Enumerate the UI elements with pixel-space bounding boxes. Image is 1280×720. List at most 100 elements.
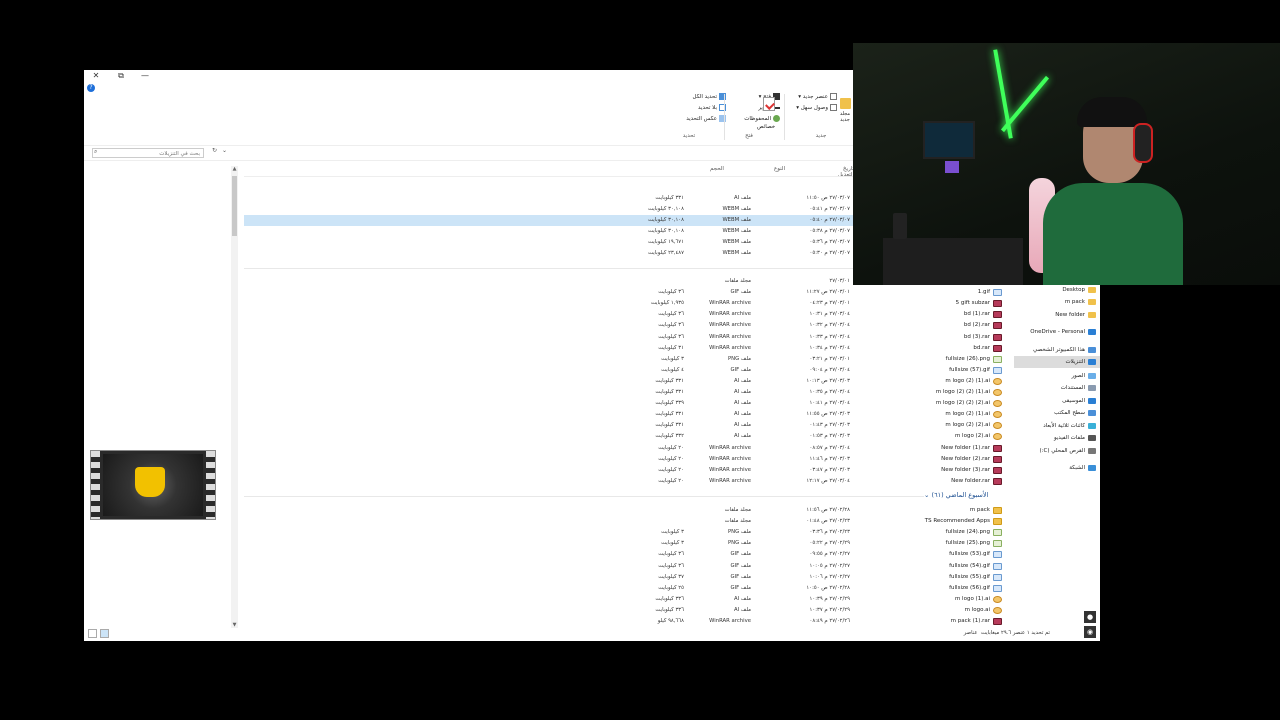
file-name-cell[interactable]: m logo (2) (2) (2).ai: [874, 398, 1004, 409]
properties-button[interactable]: خصائص: [757, 122, 775, 133]
group-header-last-week[interactable]: الأسبوع الماضي (٦١) ⌄: [924, 491, 988, 499]
file-name-cell[interactable]: fullsize (53).gif: [874, 549, 1004, 560]
file-name-cell[interactable]: New folder (1).rar: [874, 443, 1004, 454]
nav-item-folder[interactable]: m pack: [1065, 296, 1096, 308]
file-name-cell[interactable]: bd (2).rar: [874, 320, 1004, 331]
file-row[interactable]: ٢٧/٠٣/٠١ م ٠٣:٢١ ملف PNG ٣ كيلوبايت: [244, 354, 854, 365]
file-row[interactable]: ٢٧/٠٢/٢٧ م ٠٩:٥٥ ملف GIF ٣٦ كيلوبايت: [244, 549, 854, 560]
file-row[interactable]: ٢٧/٠٣/٠٤ م ٠٩:٠٤ ملف GIF ٤ كيلوبايت: [244, 365, 854, 376]
nav-item-objects3d[interactable]: كائنات ثلاثية الأبعاد: [1043, 420, 1096, 432]
file-name-cell[interactable]: bd.rar: [874, 343, 1004, 354]
select-none-button[interactable]: بلا تحديد: [666, 103, 726, 114]
file-row[interactable]: ٢٧/٠٣/٠٣ م ٠٣:٤٧ WinRAR archive ٢٠ كيلوباي…: [244, 465, 854, 476]
file-row[interactable]: ٢٧/٠٣/٠٧ م ٠٥:٣٠ ملف WEBM ٢٣,٤٨٧ كيلوبايت: [244, 248, 854, 259]
file-row[interactable]: ٢٧/٠٣/٠٧ م ٠٥:٣٦ ملف WEBM ١٩,٦٧١ كيلوبايت: [244, 237, 854, 248]
file-name-cell[interactable]: bd (1).rar: [874, 309, 1004, 320]
file-row[interactable]: ٢٧/٠٣/٠٤ م ١٠:٣٥ ملف AI ٣٣١ كيلوبايت: [244, 387, 854, 398]
file-name-cell[interactable]: fullsize (24).png: [874, 527, 1004, 538]
file-row[interactable]: ٢٧/٠٢/٢٩ م ١٠:٣٧ ملف AI ٣٣٦ كيلوبايت: [244, 605, 854, 616]
file-name-cell[interactable]: fullsize (56).gif: [874, 583, 1004, 594]
file-name-cell[interactable]: TS Recommended Apps: [874, 516, 1004, 527]
nav-item-folder[interactable]: New folder: [1055, 309, 1096, 321]
file-row[interactable]: ٢٧/٠٣/٠٣ م ٠١:٥٣ ملف AI ٣٣٢ كيلوبايت: [244, 431, 854, 442]
file-row[interactable]: ٢٧/٠٣/٠٣ ص ١٠:١٣ ملف AI ٣٣١ كيلوبايت: [244, 376, 854, 387]
file-name-cell[interactable]: fullsize (55).gif: [874, 572, 1004, 583]
file-row[interactable]: ٢٧/٠٣/٠٤ ص ١٢:١٧ WinRAR archive ٢٠ كيلوباي…: [244, 476, 854, 487]
details-view-icon[interactable]: [88, 629, 97, 638]
refresh-icon[interactable]: ↻: [212, 147, 217, 154]
nav-item-pc[interactable]: هذا الكمبيوتر الشخصي: [1033, 344, 1096, 356]
file-row[interactable]: ٢٧/٠٣/٠١ ص ١١:٢٧ ملف GIF ٣٦ كيلوبايت: [244, 287, 854, 298]
file-name-cell[interactable]: m pack (1).rar: [874, 616, 1004, 627]
file-name-cell[interactable]: 5 gift subzar: [874, 298, 1004, 309]
close-button[interactable]: ✕: [90, 71, 102, 81]
invert-selection-button[interactable]: عكس التحديد: [666, 114, 726, 125]
file-name-cell[interactable]: fullsize (57).gif: [874, 365, 1004, 376]
file-row[interactable]: ٢٧/٠٣/٠١ م ٠٤:٢٣ WinRAR archive ١,٩٣٥ كيلو…: [244, 298, 854, 309]
column-type[interactable]: النوع: [774, 166, 785, 172]
select-all-button[interactable]: تحديد الكل: [666, 92, 726, 103]
nav-item-drive[interactable]: القرص المحلي (C:): [1040, 445, 1096, 457]
file-row[interactable]: ٢٧/٠٢/٢٣ ص ٠١:٤٨ مجلد ملفات: [244, 516, 854, 527]
minimize-button[interactable]: —: [139, 71, 151, 81]
nav-item-desktop[interactable]: سطح المكتب: [1054, 407, 1096, 419]
restore-button[interactable]: ⧉: [115, 71, 127, 81]
help-icon[interactable]: ?: [87, 84, 95, 92]
file-row[interactable]: ٢٧/٠٣/٠٤ م ١٠:٣١ WinRAR archive ٣٦ كيلوباي…: [244, 309, 854, 320]
file-row[interactable]: ٢٧/٠٣/٠٤ م ١٠:٣٣ WinRAR archive ٣٦ كيلوباي…: [244, 332, 854, 343]
nav-item-folder[interactable]: Desktop: [1062, 284, 1096, 296]
file-name-cell[interactable]: m logo.ai: [874, 605, 1004, 616]
file-row[interactable]: ٢٧/٠٣/٠٣ ص ١١:٥٥ ملف AI ٣٣١ كيلوبايت: [244, 409, 854, 420]
nav-item-network[interactable]: الشبكة: [1069, 462, 1096, 474]
nav-item-pictures[interactable]: الصور: [1072, 370, 1096, 382]
column-size[interactable]: الحجم: [710, 166, 724, 172]
file-name-cell[interactable]: m logo (2) (1).ai: [874, 376, 1004, 387]
file-name-cell[interactable]: fullsize (26).png: [874, 354, 1004, 365]
chevron-down-icon[interactable]: ⌄: [222, 147, 227, 154]
camera-settings-icon[interactable]: ◉: [1084, 626, 1096, 638]
file-row[interactable]: ٢٧/٠٢/٢٣ م ٠٣:٣٦ ملف PNG ٣ كيلوبايت: [244, 527, 854, 538]
file-name-cell[interactable]: m logo (2) (2).ai: [874, 420, 1004, 431]
file-row[interactable]: ٢٧/٠٣/٠٧ م ٠٥:٤١ ملف WEBM ٣٠,١٠٨ كيلوبايت: [244, 204, 854, 215]
file-name-cell[interactable]: New folder (3).rar: [874, 465, 1004, 476]
file-row[interactable]: ٢٧/٠٢/٢٨ ص ١١:٥٦ مجلد ملفات: [244, 505, 854, 516]
file-name-cell[interactable]: m logo (2) (1).ai: [874, 409, 1004, 420]
file-name-cell[interactable]: fullsize (54).gif: [874, 561, 1004, 572]
nav-item-cloud[interactable]: OneDrive - Personal: [1030, 326, 1096, 338]
file-row[interactable]: ٢٧/٠٢/٢٦ م ٠٨:٤٩ WinRAR archive ٩٨,٦٦٨ كيل…: [244, 616, 854, 627]
large-icons-view-icon[interactable]: [100, 629, 109, 638]
file-row[interactable]: ٢٧/٠٣/٠٤ م ١٠:٣٢ WinRAR archive ٣٦ كيلوباي…: [244, 320, 854, 331]
scroll-thumb[interactable]: [232, 176, 237, 236]
new-folder-button[interactable]: مجلد جديد: [836, 98, 854, 134]
easy-access-button[interactable]: وصول سهل ▾: [787, 103, 837, 114]
file-name-cell[interactable]: New folder.rar: [874, 476, 1004, 487]
nav-item-music[interactable]: الموسيقى: [1062, 395, 1096, 407]
nav-item-documents[interactable]: المستندات: [1061, 382, 1096, 394]
new-item-button[interactable]: عنصر جديد ▾: [787, 92, 837, 103]
file-name-cell[interactable]: m logo (2) (2) (1).ai: [874, 387, 1004, 398]
file-row[interactable]: ٢٧/٠٣/٠١ مجلد ملفات: [244, 276, 854, 287]
file-name-cell[interactable]: m logo (2).ai: [874, 431, 1004, 442]
file-row[interactable]: ٢٧/٠٣/٠٣ م ٠١:٤٣ ملف AI ٣٣١ كيلوبايت: [244, 420, 854, 431]
file-name-cell[interactable]: m pack: [874, 505, 1004, 516]
file-row[interactable]: ٢٧/٠٣/٠٣ م ١١:٤٦ WinRAR archive ٢٠ كيلوباي…: [244, 454, 854, 465]
scroll-up-icon[interactable]: ▲: [231, 166, 238, 172]
file-row[interactable]: ٢٧/٠٢/٢٧ م ١٠:٠٦ ملف GIF ٣٧ كيلوبايت: [244, 572, 854, 583]
file-name-cell[interactable]: bd (3).rar: [874, 332, 1004, 343]
search-input[interactable]: بحث في التنزيلات: [92, 148, 204, 158]
file-row[interactable]: ٢٧/٠٢/٢٨ ص ١٠:٥٠ ملف GIF ٢٥ كيلوبايت: [244, 583, 854, 594]
file-row[interactable]: ٢٧/٠٢/٢٩ م ٠٥:٢٢ ملف PNG ٣ كيلوبايت: [244, 538, 854, 549]
file-name-cell[interactable]: New folder (2).rar: [874, 454, 1004, 465]
file-row[interactable]: ٢٧/٠٣/٠٧ م ٠٥:٤٠ ملف WEBM ٣٠,١٠٨ كيلوبايت: [244, 215, 854, 226]
file-row[interactable]: ٢٧/٠٣/٠٤ م ١٠:٤١ ملف AI ٣٣٩ كيلوبايت: [244, 398, 854, 409]
nav-item-video[interactable]: ملفات الفيديو: [1054, 432, 1096, 444]
file-name-cell[interactable]: fullsize (25).png: [874, 538, 1004, 549]
file-row[interactable]: ٢٧/٠٣/٠٧ ص ١١:٥٠ ملف AI ٣٣١ كيلوبايت: [244, 193, 854, 204]
file-row[interactable]: ٢٧/٠٢/٢٧ م ١٠:٠٥ ملف GIF ٣٦ كيلوبايت: [244, 561, 854, 572]
file-row[interactable]: ٢٧/٠٣/٠٤ م ١٠:٣٤ WinRAR archive ٣١ كيلوباي…: [244, 343, 854, 354]
file-name-cell[interactable]: 1.gif: [874, 287, 1004, 298]
nav-item-download[interactable]: التنزيلات: [1014, 356, 1100, 368]
file-row[interactable]: ٢٧/٠٣/٠٤ م ٠٨:٥٧ WinRAR archive ٢٠ كيلوباي…: [244, 443, 854, 454]
file-row[interactable]: ٢٧/٠٣/٠٧ م ٠٥:٣٨ ملف WEBM ٣٠,١٠٨ كيلوبايت: [244, 226, 854, 237]
microphone-icon[interactable]: ●: [1084, 611, 1096, 623]
